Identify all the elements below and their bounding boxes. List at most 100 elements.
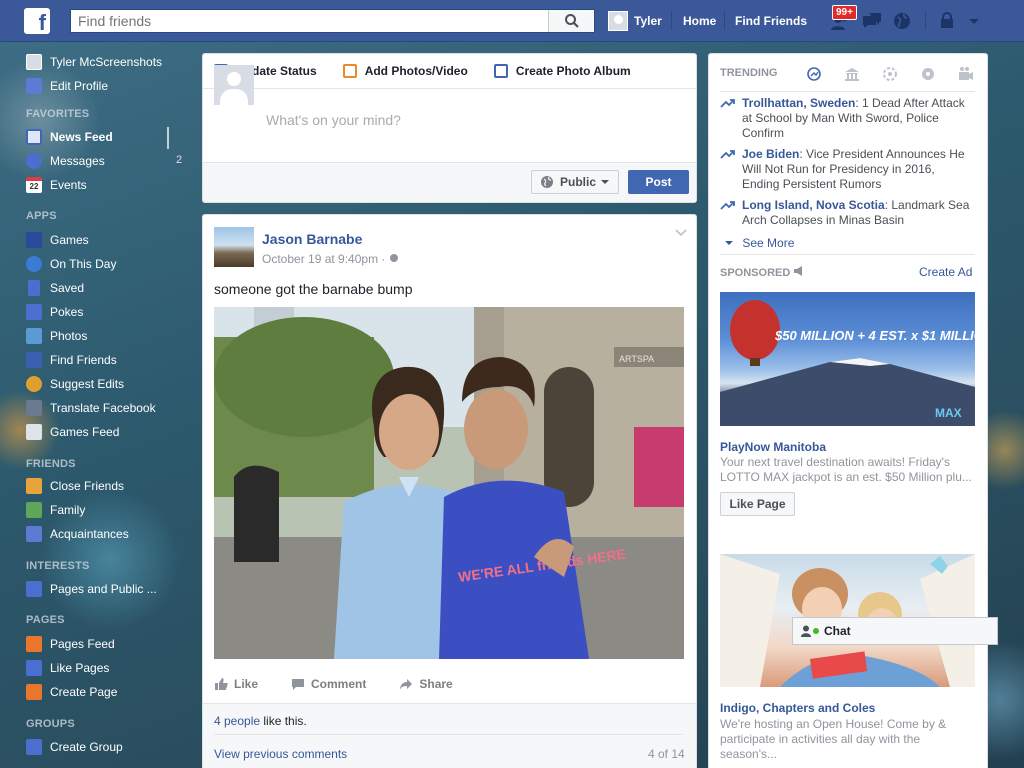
sports-icon[interactable] [918, 64, 938, 84]
tab-label: Create Photo Album [515, 64, 631, 78]
audience-selector[interactable]: Public [531, 170, 619, 194]
search-box [70, 9, 595, 33]
like-page-button[interactable]: Like Page [720, 492, 795, 516]
search-icon [564, 14, 579, 28]
globe-icon [389, 254, 398, 262]
sidebar-profile[interactable]: Tyler McScreenshots [26, 53, 162, 71]
divider [720, 91, 975, 92]
sidebar-item-games-feed[interactable]: Games Feed [26, 423, 119, 441]
sidebar-item-photos[interactable]: Photos [26, 327, 87, 345]
nav-find-friends-link[interactable]: Find Friends [735, 14, 807, 28]
sidebar-item-games[interactable]: Games [26, 231, 89, 249]
left-sidebar: Tyler McScreenshots Edit Profile FAVORIT… [0, 42, 190, 768]
trending-item[interactable]: Joe Biden: Vice President Announces He W… [720, 147, 975, 192]
post-button[interactable]: Post [628, 170, 689, 194]
sidebar-item-label: On This Day [50, 257, 117, 271]
chat-bar[interactable]: Chat [792, 617, 998, 645]
nav-home-link[interactable]: Home [683, 14, 716, 28]
bookmark-icon [28, 280, 40, 296]
photo-sign-text: ARTSPA [619, 354, 654, 364]
ad-title[interactable]: PlayNow Manitoba [720, 440, 826, 454]
sidebar-item-suggest-edits[interactable]: Suggest Edits [26, 375, 124, 393]
science-icon[interactable] [880, 64, 900, 84]
tab-add-photos-video[interactable]: Add Photos/Video [342, 64, 468, 78]
sidebar-item-family[interactable]: Family [26, 501, 85, 519]
sidebar-item-news-feed[interactable]: News Feed [26, 128, 113, 146]
edit-pencil-icon [26, 78, 42, 94]
trending-topic: Joe Biden [742, 147, 800, 161]
share-label: Share [419, 677, 453, 691]
sidebar-item-events[interactable]: 22 Events [26, 176, 87, 194]
photos-icon [26, 328, 42, 344]
sidebar-item-find-friends[interactable]: Find Friends [26, 351, 117, 369]
games-icon [26, 232, 42, 248]
sidebar-item-label: Messages [50, 154, 105, 168]
search-input[interactable] [71, 10, 541, 32]
composer-tabs: Update Status Add Photos/Video Create Ph… [203, 54, 696, 89]
sidebar-item-create-group[interactable]: Create Group [26, 738, 123, 756]
active-indicator [167, 127, 169, 149]
sidebar-item-on-this-day[interactable]: On This Day [26, 255, 116, 273]
politics-icon[interactable] [842, 64, 862, 84]
sidebar-item-close-friends[interactable]: Close Friends [26, 477, 124, 495]
create-ad-link[interactable]: Create Ad [919, 265, 972, 279]
ad-banner-text: $50 MILLION + 4 EST. x $1 MILLION [774, 328, 975, 343]
see-more-link[interactable]: See More [724, 236, 794, 250]
sidebar-item-label: Pages Feed [50, 637, 115, 651]
search-button[interactable] [548, 10, 594, 32]
messages-button[interactable] [860, 10, 884, 32]
ad-text: Your next travel destination awaits! Fri… [720, 455, 972, 484]
facebook-logo[interactable]: f [24, 8, 50, 34]
view-previous-comments-link[interactable]: View previous comments [214, 747, 347, 761]
sidebar-heading-favorites: FAVORITES [26, 108, 90, 120]
sidebar-item-acquaintances[interactable]: Acquaintances [26, 525, 129, 543]
like-button[interactable]: Like [214, 677, 258, 691]
likers-link[interactable]: 4 people [214, 714, 260, 728]
post-photo[interactable]: ARTSPA WE'RE ALL friends HERE [214, 307, 684, 659]
account-menu-button[interactable] [966, 10, 990, 32]
ad-image[interactable]: $50 MILLION + 4 EST. x $1 MILLION MAX [720, 292, 975, 426]
sidebar-heading-friends: FRIENDS [26, 458, 76, 470]
comment-button[interactable]: Comment [291, 677, 366, 691]
chevron-down-icon[interactable] [675, 229, 687, 237]
notification-badge: 99+ [832, 5, 857, 20]
trending-heading: TRENDING [720, 67, 778, 79]
nav-profile-link[interactable]: Tyler [608, 10, 662, 32]
acquaintances-icon [26, 526, 42, 542]
trending-arrow-icon [720, 150, 735, 159]
sidebar-item-like-pages[interactable]: Like Pages [26, 659, 109, 677]
trending-item[interactable]: Long Island, Nova Scotia: Landmark Sea A… [720, 198, 975, 228]
trending-top-icon[interactable] [804, 64, 824, 84]
entertainment-icon[interactable] [956, 64, 976, 84]
tab-create-photo-album[interactable]: Create Photo Album [493, 64, 631, 78]
ad-brand-text: MAX [935, 406, 962, 420]
share-button[interactable]: Share [399, 677, 453, 691]
avatar [608, 11, 628, 31]
author-avatar[interactable] [214, 227, 254, 267]
status-input[interactable]: What's on your mind? [266, 112, 401, 128]
notifications-button[interactable] [891, 10, 915, 32]
post-timestamp[interactable]: October 19 at 9:40pm · [262, 252, 389, 266]
trending-item[interactable]: Trollhattan, Sweden: 1 Dead After Attack… [720, 96, 975, 141]
sidebar-item-translate[interactable]: Translate Facebook [26, 399, 156, 417]
post-feedback: 4 people like this. View previous commen… [203, 703, 696, 768]
ad-title[interactable]: Indigo, Chapters and Coles [720, 701, 875, 715]
sidebar-item-pokes[interactable]: Pokes [26, 303, 83, 321]
chevron-down-icon [725, 241, 733, 245]
sidebar-edit-profile[interactable]: Edit Profile [26, 77, 108, 95]
sidebar-item-create-page[interactable]: Create Page [26, 683, 117, 701]
share-icon [400, 679, 413, 690]
messages-icon [863, 13, 881, 28]
privacy-lock-icon [941, 12, 953, 28]
sidebar-heading-groups: GROUPS [26, 718, 75, 730]
comment-icon [292, 679, 305, 690]
sidebar-item-messages[interactable]: Messages [26, 152, 105, 170]
chevron-down-icon [969, 19, 979, 24]
privacy-shortcuts-button[interactable] [938, 10, 962, 32]
like-summary-suffix: like this. [260, 714, 307, 728]
sidebar-item-pages-public-figures[interactable]: Pages and Public ... [26, 580, 157, 598]
sidebar-item-label: Create Group [50, 740, 123, 754]
sidebar-item-pages-feed[interactable]: Pages Feed [26, 635, 115, 653]
sidebar-item-saved[interactable]: Saved [26, 279, 84, 297]
post-author[interactable]: Jason Barnabe [262, 231, 362, 247]
